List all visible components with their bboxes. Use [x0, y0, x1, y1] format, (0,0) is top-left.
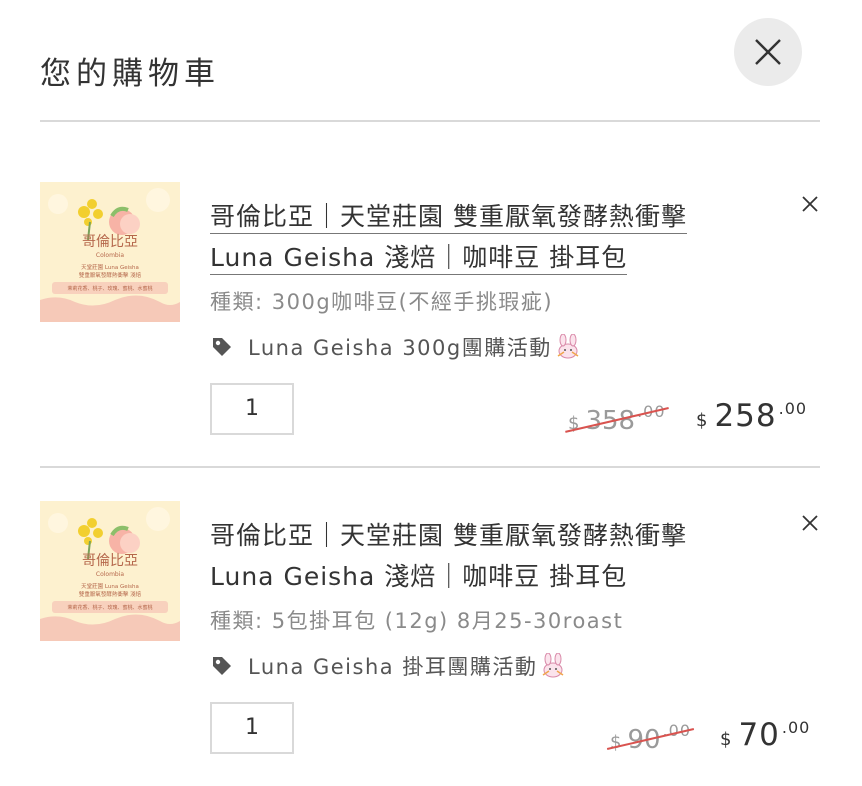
remove-item-button[interactable]	[800, 194, 820, 214]
product-name-line[interactable]: Luna Geisha 淺焙｜咖啡豆 掛耳包	[210, 243, 628, 275]
quantity-input[interactable]: 1	[210, 702, 294, 754]
thumb-desc: 雙重厭氧發酵熱衝擊 淺焙	[79, 271, 142, 279]
sale-price: $70.00	[720, 717, 811, 753]
sale-price: $258.00	[696, 398, 808, 434]
bunny-icon	[557, 334, 579, 359]
product-thumbnail[interactable]: 哥倫比亞 Colombia 天堂莊園 Luna Geisha 雙重厭氧發酵熱衝擊…	[40, 182, 180, 322]
thumb-desc: 天堂莊園 Luna Geisha	[81, 582, 139, 590]
tag-icon	[213, 657, 231, 675]
product-name-link[interactable]: 哥倫比亞｜天堂莊園 雙重厭氧發酵熱衝擊 Luna Geisha 淺焙｜咖啡豆 掛…	[210, 515, 770, 597]
product-thumbnail[interactable]: 哥倫比亞 Colombia 天堂莊園 Luna Geisha 雙重厭氧發酵熱衝擊…	[40, 501, 180, 641]
remove-item-button[interactable]	[800, 513, 820, 533]
product-variant: 種類: 5包掛耳包 (12g) 8月25-30roast	[210, 609, 624, 633]
remove-x-icon	[802, 196, 818, 212]
original-price: $90.00	[606, 721, 695, 755]
promo-text: Luna Geisha 掛耳團購活動	[248, 655, 538, 679]
thumb-desc: 天堂莊園 Luna Geisha	[81, 263, 139, 271]
bunny-icon	[542, 653, 564, 678]
product-name-line[interactable]: 哥倫比亞｜天堂莊園 雙重厭氧發酵熱衝擊	[210, 202, 687, 234]
thumb-note: 茉莉花香、桃子、玫瑰、蜜桃、水蜜桃	[67, 604, 152, 611]
tag-icon	[213, 338, 231, 356]
product-name-line[interactable]: 哥倫比亞｜天堂莊園 雙重厭氧發酵熱衝擊	[210, 521, 687, 552]
promo-label: Luna Geisha 300g團購活動	[210, 332, 582, 362]
product-name-link[interactable]: 哥倫比亞｜天堂莊園 雙重厭氧發酵熱衝擊 Luna Geisha 淺焙｜咖啡豆 掛…	[210, 196, 770, 278]
remove-x-icon	[802, 515, 818, 531]
thumb-desc: 雙重厭氧發酵熱衝擊 淺焙	[79, 590, 142, 598]
product-variant: 種類: 300g咖啡豆(不經手挑瑕疵)	[210, 290, 554, 314]
thumb-subtitle: Colombia	[96, 571, 125, 578]
cart-item: 哥倫比亞 Colombia 天堂莊園 Luna Geisha 雙重厭氧發酵熱衝擊…	[40, 182, 820, 468]
close-cart-button[interactable]	[734, 18, 802, 86]
close-icon	[755, 39, 781, 65]
promo-text: Luna Geisha 300g團購活動	[248, 336, 552, 360]
cart-title: 您的購物車	[40, 56, 220, 92]
thumb-note: 茉莉花香、桃子、玫瑰、蜜桃、水蜜桃	[67, 285, 152, 292]
thumb-title: 哥倫比亞	[82, 553, 138, 569]
thumb-title: 哥倫比亞	[82, 234, 138, 250]
original-price: $358.00	[565, 402, 669, 436]
thumb-subtitle: Colombia	[96, 252, 125, 259]
product-name-line[interactable]: Luna Geisha 淺焙｜咖啡豆 掛耳包	[210, 562, 627, 593]
cart-item: 哥倫比亞 Colombia 天堂莊園 Luna Geisha 雙重厭氧發酵熱衝擊…	[40, 501, 820, 771]
cart-header: 您的購物車	[40, 0, 820, 122]
quantity-input[interactable]: 1	[210, 383, 294, 435]
promo-label: Luna Geisha 掛耳團購活動	[210, 651, 567, 681]
